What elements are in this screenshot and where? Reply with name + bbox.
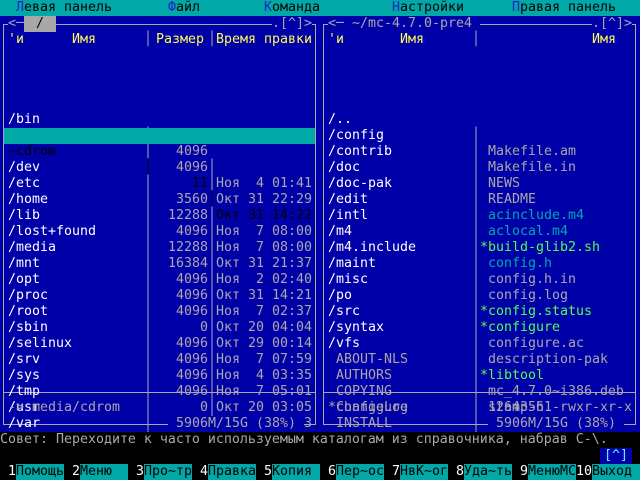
file-row[interactable]: /bin │ 4096 │ Ноя 4 01:41	[4, 96, 315, 112]
file-row[interactable]: /src │ configure.ac	[324, 288, 635, 304]
file-row[interactable]: /home │ 4096 │ Окт 31 21:37	[4, 176, 315, 192]
fkey-number: 1	[0, 464, 16, 480]
right-panel: <─ ~/mc-4.7.0-pre4 .[^]> 'и Имя │ Имя /.…	[320, 0, 640, 464]
fkey-label: Выход	[592, 464, 640, 480]
file-row[interactable]: /edit │ aclocal.m4	[324, 176, 635, 192]
fkey-label: Помощь	[16, 464, 64, 480]
panel-up-icon[interactable]: .[^]>	[272, 16, 312, 32]
file-row[interactable]: /opt │ 4096 │ Окт 29 00:14	[4, 256, 315, 272]
file-row[interactable]: /mnt │ 4096 │ Окт 20 04:04	[4, 240, 315, 256]
file-row[interactable]: /proc │ 0 │ Ноя 7 07:59	[4, 272, 315, 288]
column-separator: │	[144, 32, 152, 48]
file-row[interactable]: /media │ 4096 │ Ноя 7 02:37	[4, 224, 315, 240]
column-header-mtime[interactable]: Время правки	[216, 32, 312, 48]
fkey-label: НвК~ог	[400, 464, 448, 480]
file-row[interactable]: /config │ Makefile.in	[324, 112, 635, 128]
file-row[interactable]: COPYING │ version.h	[324, 368, 635, 384]
left-file-list: /bin │ 4096 │ Ноя 4 01:41 /boot │ 4096 │…	[0, 48, 320, 432]
fkey-button[interactable]: 2Меню	[64, 464, 128, 480]
fkey-number: 4	[192, 464, 208, 480]
free-space-label: 5906M/15G (38%)	[488, 416, 624, 432]
column-header-name[interactable]: Имя	[72, 32, 96, 48]
column-separator: │	[472, 32, 480, 48]
mini-status: *configure	[328, 400, 408, 416]
file-row[interactable]: /m4.include │ config.h.in	[324, 224, 635, 240]
file-row[interactable]: /sys │ 0 │ Ноя 7 07:59	[4, 352, 315, 368]
left-panel: <─ / .[^]> 'и Имя │ Размер │ Время правк…	[0, 0, 320, 464]
fkey-number: 8	[448, 464, 464, 480]
column-header-name[interactable]: Имя	[400, 32, 424, 48]
file-row[interactable]: /syntax │ description-pak	[324, 304, 635, 320]
fkey-button[interactable]: 5Копия	[256, 464, 320, 480]
fkey-button[interactable]: 10Выход	[576, 464, 640, 480]
file-row[interactable]: ~cdrom │ 11 │ Окт 31 14:22	[4, 128, 315, 144]
file-row[interactable]: /po │ *configure	[324, 272, 635, 288]
fkey-button[interactable]: 1Помощь	[0, 464, 64, 480]
panel-path[interactable]: ~/mc-4.7.0-pre4	[344, 16, 480, 32]
column-separator: │	[208, 32, 216, 48]
file-row[interactable]: ChangeLog │	[324, 384, 635, 400]
scroll-up-indicator[interactable]: [^]	[600, 448, 632, 464]
right-file-list: /.. │ Makefile.am /config │ Makefile.in …	[320, 48, 640, 432]
panel-up-icon[interactable]: .[^]>	[592, 16, 632, 32]
panel-path[interactable]: /	[24, 16, 56, 32]
function-key-bar: 1Помощь 2Меню 3Про~тр 4Правка 5Копия 6Пе…	[0, 464, 640, 480]
file-row[interactable]: ABOUT-NLS │ mc_4.7.0~i386.deb	[324, 336, 635, 352]
fkey-button[interactable]: 6Пер~ос	[320, 464, 384, 480]
fkey-number: 6	[320, 464, 336, 480]
command-line[interactable]: user@eee:/$ [^]	[0, 448, 640, 464]
file-row[interactable]: /doc │ README	[324, 144, 635, 160]
mini-status-permissions: 1264356 -rwxr-xr-x	[488, 400, 632, 416]
sort-marker: 'и	[328, 32, 344, 48]
file-row[interactable]: /tmp │ 4096 │ Ноя 7 08:00	[4, 368, 315, 384]
file-row[interactable]: /dev │ 3560 │ Ноя 7 08:00	[4, 144, 315, 160]
fkey-button[interactable]: 9МенюМС	[512, 464, 576, 480]
fkey-label: МенюМС	[528, 464, 576, 480]
file-row[interactable]: AUTHORS │ stamp-h1	[324, 352, 635, 368]
history-back-icon[interactable]: <─	[8, 16, 24, 32]
fkey-label: Про~тр	[144, 464, 192, 480]
file-row[interactable]: /selinux │ 4096 │ Окт 20 03:05	[4, 320, 315, 336]
fkey-number: 3	[128, 464, 144, 480]
file-row[interactable]: /vfs │ *libtool	[324, 320, 635, 336]
file-row[interactable]: /misc │ *config.status	[324, 256, 635, 272]
file-row[interactable]: /boot │ 4096 │ Окт 31 22:29	[4, 112, 315, 128]
fkey-number: 10	[576, 464, 592, 480]
fkey-label: Уда~ть	[464, 464, 512, 480]
mini-status: -> media/cdrom	[8, 400, 120, 416]
fkey-label: Меню	[80, 464, 128, 480]
fkey-button[interactable]: 8Уда~ть	[448, 464, 512, 480]
file-row[interactable]: /lost+found │ 16384 │ Окт 31 14:21	[4, 208, 315, 224]
column-header-name[interactable]: Имя	[592, 32, 616, 48]
fkey-label: Правка	[208, 464, 256, 480]
free-space-label: 5906M/15G (38%)	[168, 416, 304, 432]
fkey-button[interactable]: 7НвК~ог	[384, 464, 448, 480]
history-back-icon[interactable]: <─	[328, 16, 344, 32]
fkey-button[interactable]: 4Правка	[192, 464, 256, 480]
fkey-number: 5	[256, 464, 272, 480]
file-row[interactable]: /etc │ 12288 │ Ноя 7 08:00	[4, 160, 315, 176]
file-row[interactable]: /usr │ 4096 │ Окт 31 19:23	[4, 384, 315, 400]
file-row[interactable]: /m4 │ config.h	[324, 208, 635, 224]
fkey-button[interactable]: 3Про~тр	[128, 464, 192, 480]
fkey-number: 9	[512, 464, 528, 480]
hint-line: Совет: Переходите к часто используемым к…	[0, 432, 640, 448]
file-row[interactable]: /lib │ 12288 │ Ноя 2 02:40	[4, 192, 315, 208]
file-row[interactable]: /maint │ config.log	[324, 240, 635, 256]
file-row[interactable]: /srv │ 4096 │ Ноя 1 02:23	[4, 336, 315, 352]
file-row[interactable]: /doc-pak │ acinclude.m4	[324, 160, 635, 176]
file-row[interactable]: /contrib │ NEWS	[324, 128, 635, 144]
column-header-size[interactable]: Размер	[156, 32, 204, 48]
fkey-number: 2	[64, 464, 80, 480]
file-row[interactable]: /intl │ *build-glib2.sh	[324, 192, 635, 208]
file-row[interactable]: /root │ 4096 │ Ноя 4 03:35	[4, 288, 315, 304]
sort-marker: 'и	[8, 32, 24, 48]
file-row[interactable]: /.. │ Makefile.am	[324, 96, 635, 112]
file-row[interactable]: /sbin │ 4096 │ Ноя 7 05:01	[4, 304, 315, 320]
fkey-number: 7	[384, 464, 400, 480]
mc-screen: Левая панель Файл Команда Настройки Прав…	[0, 0, 640, 480]
fkey-label: Пер~ос	[336, 464, 384, 480]
fkey-label: Копия	[272, 464, 320, 480]
